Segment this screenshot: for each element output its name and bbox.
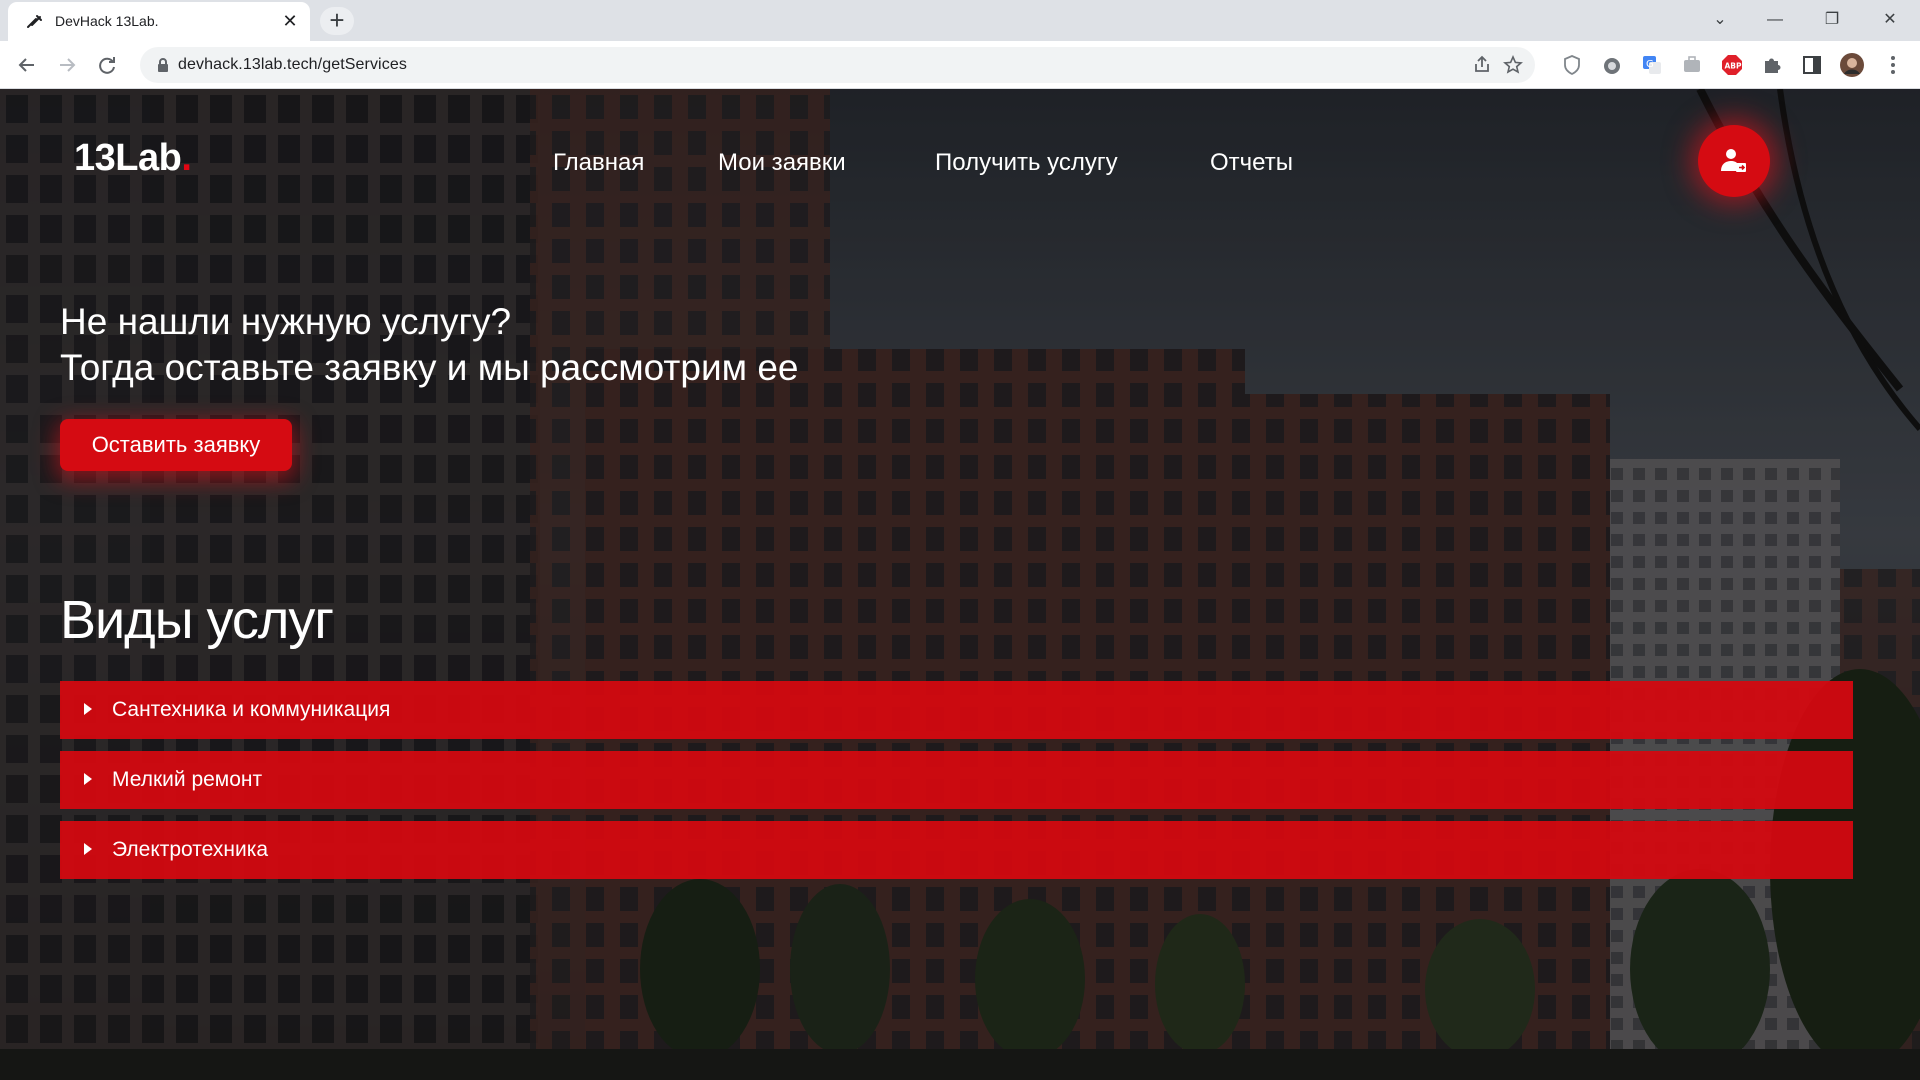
- minimize-icon[interactable]: —: [1755, 6, 1795, 34]
- lock-icon[interactable]: [154, 56, 172, 74]
- reload-icon[interactable]: [92, 50, 122, 80]
- expand-caret-icon: [84, 843, 92, 855]
- expand-caret-icon: [84, 773, 92, 785]
- browser-toolbar: devhack.13lab.tech/getServices G ABP: [0, 41, 1920, 89]
- service-item-label: Электротехника: [112, 838, 269, 861]
- svg-text:G: G: [1646, 59, 1654, 70]
- shield-extension-icon[interactable]: [1559, 52, 1585, 78]
- back-icon[interactable]: [12, 50, 42, 80]
- adblock-icon[interactable]: ABP: [1719, 52, 1745, 78]
- nav-get-service[interactable]: Получить услугу: [935, 149, 1118, 177]
- site-favicon-icon: [27, 15, 42, 28]
- url-text[interactable]: devhack.13lab.tech/getServices: [178, 56, 407, 74]
- logo-text: 13Lab: [74, 137, 182, 179]
- browser-tab[interactable]: DevHack 13Lab. ✕: [8, 2, 310, 41]
- hero-title: Не нашли нужную услугу? Тогда оставьте з…: [60, 299, 798, 391]
- service-item-plumbing[interactable]: Сантехника и коммуникация: [60, 681, 1853, 739]
- more-menu-icon[interactable]: [1880, 52, 1906, 78]
- logo-dot: .: [181, 137, 192, 179]
- city-background-image: [0, 89, 1920, 1080]
- profile-avatar-icon[interactable]: [1839, 52, 1865, 78]
- tab-title: DevHack 13Lab.: [55, 13, 159, 29]
- service-item-label: Мелкий ремонт: [112, 768, 263, 791]
- nav-my-requests[interactable]: Мои заявки: [718, 149, 846, 177]
- nav-reports[interactable]: Отчеты: [1210, 149, 1293, 177]
- service-item-electrical[interactable]: Электротехника: [60, 821, 1853, 879]
- share-icon[interactable]: [1471, 54, 1493, 76]
- svg-text:ABP: ABP: [1725, 62, 1743, 71]
- leave-request-button[interactable]: Оставить заявку: [60, 419, 292, 471]
- site-logo[interactable]: 13Lab.: [74, 137, 192, 180]
- side-panel-icon[interactable]: [1799, 52, 1825, 78]
- address-bar[interactable]: devhack.13lab.tech/getServices: [140, 47, 1535, 83]
- hero-title-line-2: Тогда оставьте заявку и мы рассмотрим ее: [60, 347, 799, 388]
- services-title: Виды услуг: [60, 590, 334, 650]
- translate-icon[interactable]: G: [1639, 52, 1665, 78]
- page-content: 13Lab. Главная Мои заявки Получить услуг…: [0, 89, 1920, 1080]
- briefcase-extension-icon[interactable]: [1679, 52, 1705, 78]
- browser-tab-strip: DevHack 13Lab. ✕ + ⌄ — ❐ ✕: [0, 0, 1920, 41]
- puzzle-extensions-icon[interactable]: [1759, 52, 1785, 78]
- forward-icon[interactable]: [52, 50, 82, 80]
- user-logout-button[interactable]: [1698, 125, 1770, 197]
- tab-search-icon[interactable]: ⌄: [1700, 6, 1740, 34]
- hero-title-line-1: Не нашли нужную услугу?: [60, 301, 512, 342]
- extension-globe-icon[interactable]: [1599, 52, 1625, 78]
- user-logout-icon: [1721, 149, 1746, 172]
- nav-home[interactable]: Главная: [553, 149, 644, 177]
- bookmark-star-icon[interactable]: [1502, 54, 1524, 76]
- restore-icon[interactable]: ❐: [1812, 6, 1852, 34]
- new-tab-button[interactable]: +: [320, 7, 354, 35]
- service-item-label: Сантехника и коммуникация: [112, 698, 391, 721]
- window-close-icon[interactable]: ✕: [1870, 6, 1910, 34]
- service-item-minor-repair[interactable]: Мелкий ремонт: [60, 751, 1853, 809]
- tab-close-icon[interactable]: ✕: [280, 11, 300, 31]
- expand-caret-icon: [84, 703, 92, 715]
